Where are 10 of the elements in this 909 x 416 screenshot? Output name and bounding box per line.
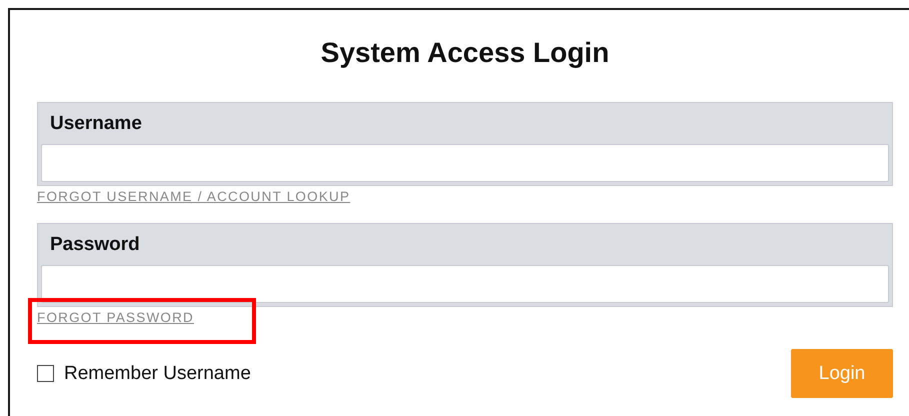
page-title: System Access Login — [320, 36, 610, 70]
remember-label: Remember Username — [64, 362, 251, 384]
forgot-link[interactable]: FORGOT PASSWORD — [37, 310, 194, 325]
forgot-link[interactable]: FORGOT USERNAME / ACCOUNT LOOKUP — [37, 189, 350, 204]
input-field[interactable] — [41, 144, 889, 182]
field-label: Username — [49, 113, 143, 135]
login-button[interactable]: Login — [791, 349, 893, 398]
checkbox[interactable] — [37, 365, 54, 382]
input-field[interactable] — [41, 265, 889, 303]
field-label: Password — [49, 234, 141, 256]
